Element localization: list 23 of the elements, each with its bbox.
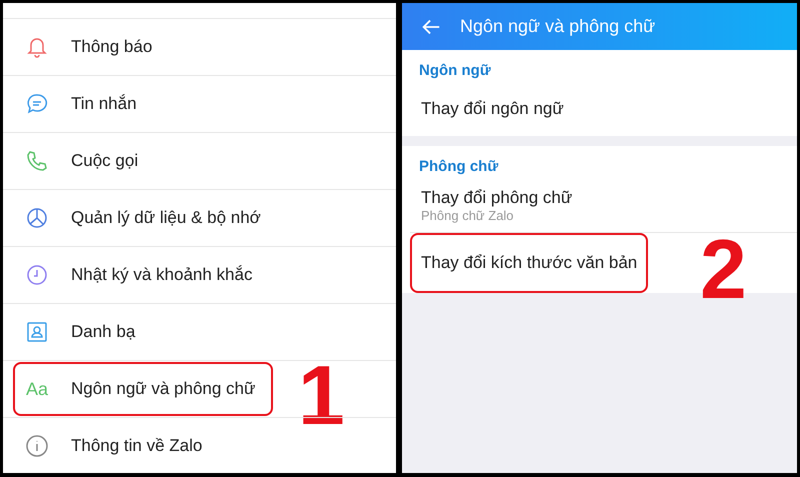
chat-icon	[25, 92, 49, 116]
section-title: Phông chữ	[419, 158, 498, 175]
settings-item[interactable]: Cuộc gọi	[13, 134, 156, 188]
settings-item[interactable]: Nhật ký và khoảnh khắc	[13, 248, 270, 302]
pie-chart-icon	[25, 206, 49, 230]
settings-item[interactable]: Quản lý dữ liệu & bộ nhớ	[13, 191, 279, 245]
phone-icon	[25, 149, 49, 173]
info-icon	[25, 434, 49, 458]
font-icon: Aa	[26, 378, 48, 400]
settings-item[interactable]: Danh bạ	[13, 305, 154, 359]
step-number: 1	[298, 353, 345, 437]
settings-item[interactable]: Thay đổi phông chữ Phông chữ Zalo	[410, 178, 584, 232]
settings-item[interactable]: Thay đổi ngôn ngữ	[410, 82, 575, 136]
section-title: Ngôn ngữ	[419, 62, 491, 79]
settings-item[interactable]: Thông tin về Zalo	[13, 419, 220, 473]
settings-item[interactable]: Thông báo	[13, 20, 170, 74]
settings-item[interactable]: Aa Ngôn ngữ và phông chữ	[13, 362, 274, 416]
settings-item[interactable]: Thay đổi kích thước văn bản	[410, 233, 648, 293]
settings-item[interactable]: Tin nhắn	[13, 77, 155, 131]
screen-title: Ngôn ngữ và phông chữ	[460, 16, 656, 37]
step-number: 2	[700, 227, 747, 311]
clock-icon	[25, 263, 49, 287]
contact-icon	[25, 320, 49, 344]
